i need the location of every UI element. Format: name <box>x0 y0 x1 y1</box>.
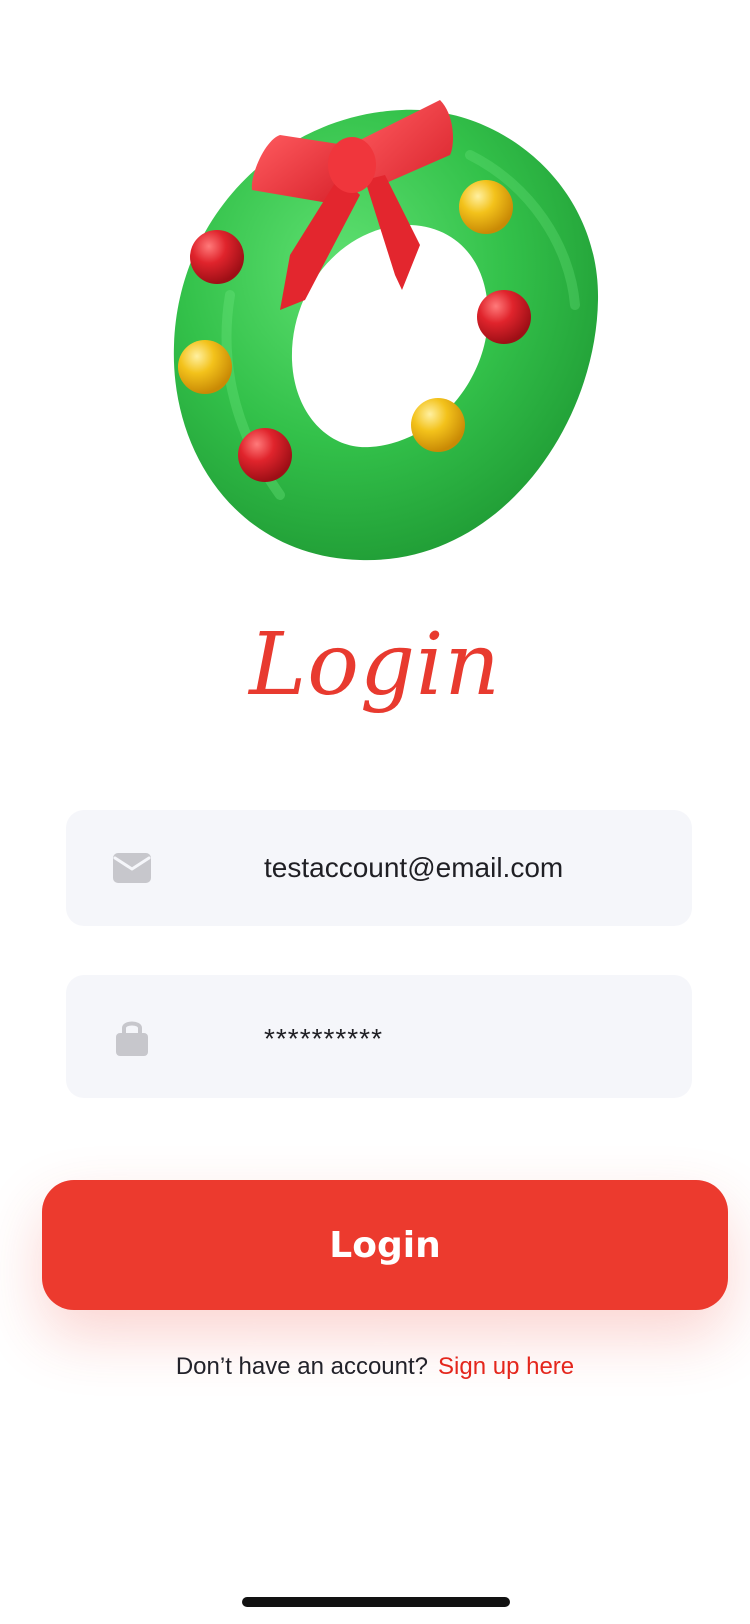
page-title: Login <box>249 615 501 715</box>
wreath-illustration <box>170 95 620 585</box>
signup-prompt: Don’t have an account? <box>175 1353 429 1380</box>
login-button[interactable]: Login <box>42 1180 728 1310</box>
email-field[interactable] <box>66 810 692 926</box>
password-input[interactable]: ********** <box>264 1023 672 1055</box>
signup-link[interactable]: Sign up here <box>438 1353 574 1380</box>
signup-row: Don’t have an account? Sign up here <box>0 1353 750 1381</box>
email-input[interactable] <box>264 852 672 884</box>
password-field[interactable]: ********** <box>66 975 692 1098</box>
home-indicator[interactable] <box>242 1597 510 1607</box>
wreath-icon <box>173 100 599 561</box>
lock-icon <box>110 1015 154 1059</box>
envelope-icon <box>110 846 154 890</box>
